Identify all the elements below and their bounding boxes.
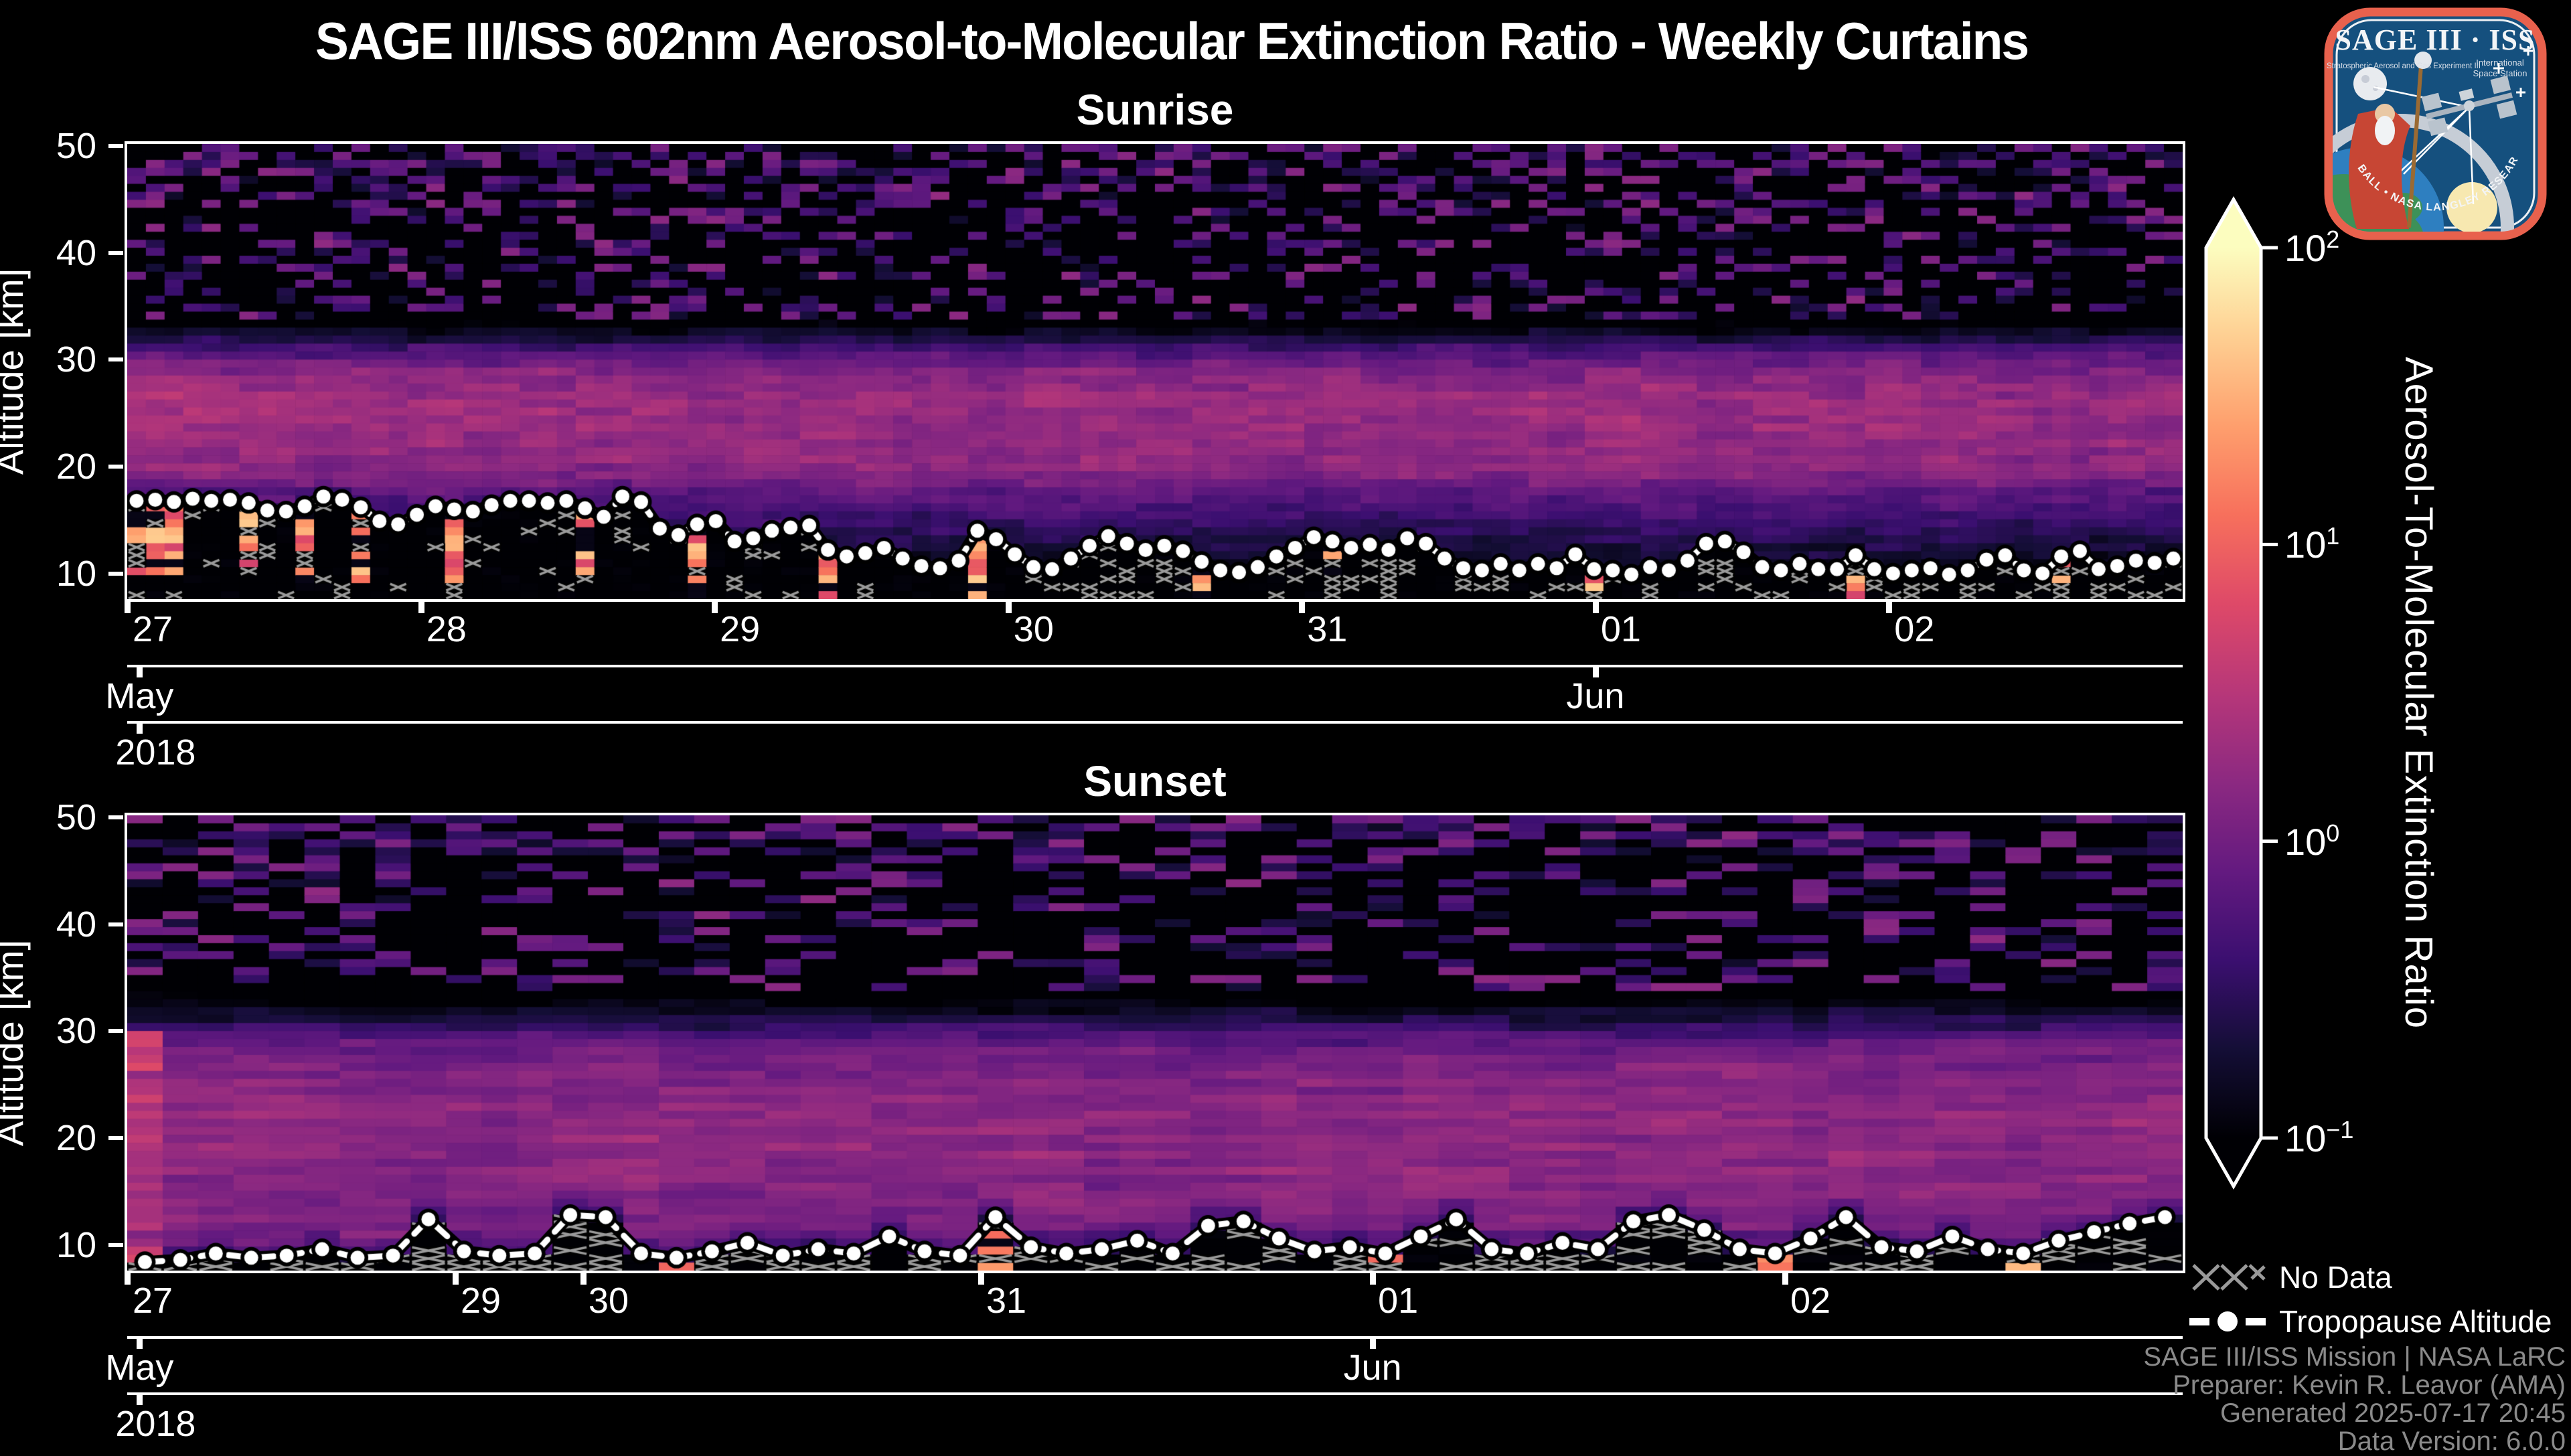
y-tick-label: 30 (3, 339, 96, 380)
year-axis-line (127, 1392, 2183, 1395)
panel-title-sunset: Sunset (127, 756, 2183, 806)
x-tick-label: 02 (1790, 1280, 1830, 1321)
x-tick-label: 31 (1307, 609, 1347, 650)
year-tick-label: 2018 (115, 1403, 196, 1445)
colorbar-tick-label: 102 (2284, 226, 2339, 270)
sunrise-heatmap-canvas (127, 144, 2183, 599)
colorbar-tick-label: 100 (2284, 819, 2339, 864)
colorbar-axis-label: Aerosol-To-Molecular Extinction Ratio (2381, 224, 2441, 1161)
tropopause-line-icon (2188, 1304, 2268, 1339)
x-tick (1593, 602, 1599, 613)
patch-subtitle-right-2: Space Station (2473, 68, 2527, 78)
x-tick-label: 27 (133, 1280, 173, 1321)
x-tick (1782, 1273, 1788, 1285)
no-data-hatch-icon (2188, 1260, 2268, 1295)
x-tick (1006, 602, 1012, 613)
month-tick-label: Jun (1566, 675, 1624, 717)
month-axis-line (127, 665, 2183, 667)
y-tick-label: 50 (3, 125, 96, 167)
month-tick-label: May (105, 1347, 173, 1388)
attribution-data-version: Data Version: 6.0.0 (1963, 1427, 2566, 1455)
sunrise-panel: Sunrise Altitude [km] 504030201027282930… (127, 144, 2183, 599)
x-tick-label: 31 (986, 1280, 1026, 1321)
patch-moon (2353, 67, 2387, 100)
y-tick (108, 251, 123, 255)
attribution-block: SAGE III/ISS Mission | NASA LaRC Prepare… (1963, 1343, 2566, 1455)
x-tick-label: 28 (426, 609, 467, 650)
colorbar-tick-label: 10−1 (2284, 1116, 2353, 1160)
x-tick-label: 27 (133, 609, 173, 650)
x-tick (712, 602, 718, 613)
y-tick-label: 30 (3, 1010, 96, 1052)
y-tick (108, 815, 123, 819)
x-tick-label: 29 (461, 1280, 501, 1321)
x-tick (978, 1273, 984, 1285)
y-tick (108, 1136, 123, 1140)
y-tick-label: 40 (3, 232, 96, 274)
x-tick (125, 1273, 131, 1285)
y-tick (108, 144, 123, 148)
colorbar (2196, 187, 2337, 1212)
legend-row-no-data: No Data (2188, 1257, 2552, 1297)
y-tick (108, 465, 123, 469)
patch-subtitle-right-1: International (2476, 58, 2524, 68)
month-axis-line (127, 1336, 2183, 1339)
x-tick (125, 602, 131, 613)
attribution-preparer: Preparer: Kevin R. Leavor (AMA) (1963, 1371, 2566, 1399)
y-tick-label: 50 (3, 797, 96, 838)
y-tick-label: 20 (3, 1117, 96, 1159)
legend: No Data Tropopause Altitude (2188, 1257, 2552, 1346)
patch-subtitle-left: Stratospheric Aerosol and Gas Experiment… (2327, 62, 2481, 70)
month-tick-label: May (105, 675, 173, 717)
attribution-generated: Generated 2025-07-17 20:45 (1963, 1399, 2566, 1427)
y-tick (108, 357, 123, 361)
attribution-mission: SAGE III/ISS Mission | NASA LaRC (1963, 1343, 2566, 1371)
figure-title: SAGE III/ISS 602nm Aerosol-to-Molecular … (72, 11, 2270, 72)
y-tick (108, 572, 123, 576)
x-tick (418, 602, 424, 613)
y-tick-label: 20 (3, 446, 96, 487)
legend-row-tropopause: Tropopause Altitude (2188, 1301, 2552, 1342)
sunset-panel: Sunset Altitude [km] 5040302010272930310… (127, 815, 2183, 1271)
legend-label-tropopause: Tropopause Altitude (2279, 1303, 2552, 1340)
y-tick-label: 40 (3, 904, 96, 945)
x-tick (580, 1273, 587, 1285)
x-tick (1370, 1273, 1376, 1285)
x-tick (453, 1273, 459, 1285)
y-tick (108, 1243, 123, 1247)
x-tick-label: 29 (720, 609, 760, 650)
panel-title-sunrise: Sunrise (127, 85, 2183, 135)
colorbar-tick-label: 101 (2284, 523, 2339, 567)
y-tick-label: 10 (3, 1224, 96, 1266)
x-tick (1299, 602, 1305, 613)
x-tick-label: 30 (589, 1280, 629, 1321)
x-tick-label: 01 (1601, 609, 1641, 650)
x-tick (1886, 602, 1892, 613)
y-tick (108, 922, 123, 926)
x-tick-label: 30 (1014, 609, 1054, 650)
month-tick-label: Jun (1344, 1347, 1402, 1388)
patch-title: SAGE III · ISS (2335, 23, 2536, 56)
legend-label-no-data: No Data (2279, 1259, 2392, 1295)
y-tick-label: 10 (3, 553, 96, 594)
mission-patch-logo: SAGE III · ISS Stratospheric Aerosol and… (2323, 7, 2548, 241)
colorbar-bar (2206, 199, 2261, 1186)
year-axis-line (127, 721, 2183, 724)
x-tick-label: 02 (1894, 609, 1934, 650)
figure-canvas: SAGE III/ISS 602nm Aerosol-to-Molecular … (0, 0, 2571, 1446)
sunset-heatmap-canvas (127, 815, 2183, 1271)
y-tick (108, 1029, 123, 1033)
x-tick-label: 01 (1378, 1280, 1418, 1321)
